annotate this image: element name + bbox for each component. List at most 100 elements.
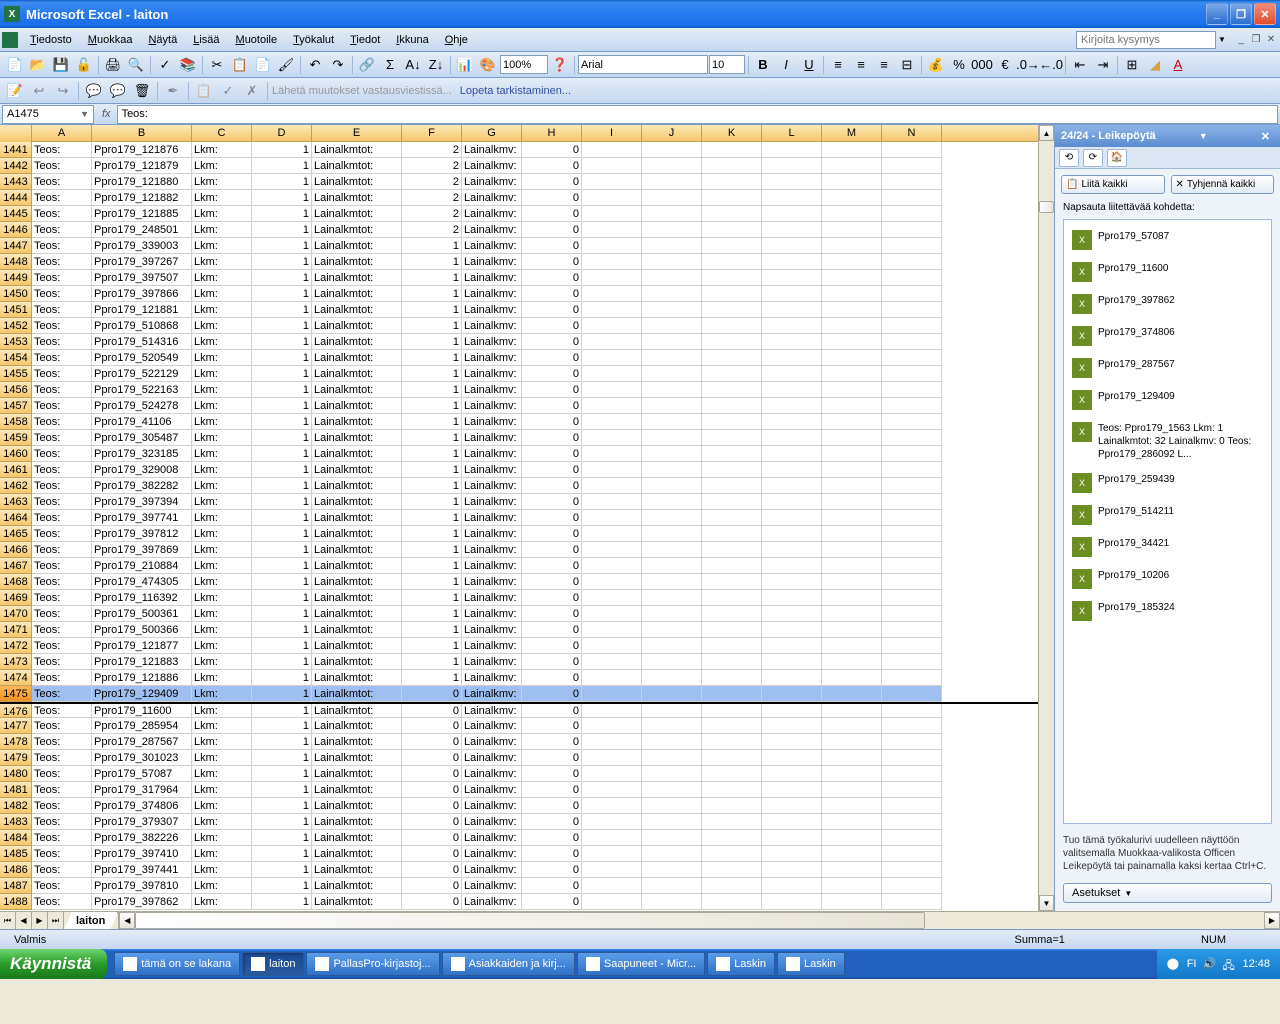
sort-desc-button[interactable]: Z↓ — [425, 54, 447, 76]
table-row[interactable]: 1485Teos:Ppro179_397410Lkm:1Lainalkmtot:… — [0, 846, 1038, 862]
cell[interactable]: Lainalkmtot: — [312, 750, 402, 766]
cell[interactable]: 1 — [252, 366, 312, 382]
cell[interactable] — [642, 398, 702, 414]
cell[interactable] — [822, 830, 882, 846]
row-header[interactable]: 1470 — [0, 606, 32, 622]
cell[interactable]: 1 — [402, 238, 462, 254]
cell[interactable]: Teos: — [32, 814, 92, 830]
cell[interactable]: Lainalkmtot: — [312, 846, 402, 862]
column-header-D[interactable]: D — [252, 125, 312, 141]
cell[interactable]: 0 — [522, 222, 582, 238]
vertical-scrollbar[interactable]: ▲ ▼ — [1038, 125, 1054, 911]
cell[interactable] — [642, 414, 702, 430]
cell[interactable] — [882, 638, 942, 654]
table-row[interactable]: 1469Teos:Ppro179_116392Lkm:1Lainalkmtot:… — [0, 590, 1038, 606]
cell[interactable]: 0 — [402, 894, 462, 910]
cell[interactable]: 1 — [402, 462, 462, 478]
cell[interactable]: 1 — [252, 510, 312, 526]
cell[interactable]: 1 — [252, 606, 312, 622]
cell[interactable] — [882, 846, 942, 862]
cell[interactable]: 0 — [522, 206, 582, 222]
cell[interactable] — [882, 894, 942, 910]
cell[interactable]: Teos: — [32, 462, 92, 478]
row-header[interactable]: 1473 — [0, 654, 32, 670]
cell[interactable] — [642, 446, 702, 462]
cell[interactable]: Lkm: — [192, 366, 252, 382]
cell[interactable] — [882, 206, 942, 222]
cell[interactable]: Ppro179_397410 — [92, 846, 192, 862]
row-header[interactable]: 1452 — [0, 318, 32, 334]
column-header-K[interactable]: K — [702, 125, 762, 141]
cell[interactable]: Lainalkmtot: — [312, 478, 402, 494]
cell[interactable] — [642, 158, 702, 174]
cell[interactable] — [702, 574, 762, 590]
cell[interactable] — [822, 478, 882, 494]
cell[interactable]: 1 — [252, 318, 312, 334]
cell[interactable] — [822, 750, 882, 766]
cell[interactable]: Lainalkmv: — [462, 302, 522, 318]
help-dropdown-icon[interactable]: ▼ — [1218, 33, 1228, 47]
hscroll-right-button[interactable]: ▶ — [1264, 912, 1280, 929]
decrease-indent-button[interactable]: ⇤ — [1069, 54, 1091, 76]
cell[interactable]: Teos: — [32, 478, 92, 494]
cell[interactable]: 0 — [522, 382, 582, 398]
cell[interactable]: Ppro179_397394 — [92, 494, 192, 510]
cell[interactable]: Lainalkmv: — [462, 606, 522, 622]
cell[interactable]: Ppro179_397866 — [92, 286, 192, 302]
cell[interactable]: Lainalkmv: — [462, 704, 522, 718]
cell[interactable] — [642, 670, 702, 686]
undo-button[interactable]: ↶ — [304, 54, 326, 76]
cell[interactable] — [642, 526, 702, 542]
cell[interactable]: Lainalkmtot: — [312, 206, 402, 222]
doc-restore-button[interactable]: ❐ — [1249, 33, 1263, 47]
cell[interactable] — [642, 286, 702, 302]
cell[interactable]: 1 — [402, 366, 462, 382]
cell[interactable] — [822, 270, 882, 286]
cell[interactable] — [582, 734, 642, 750]
cell[interactable]: 0 — [402, 878, 462, 894]
cell[interactable]: Lkm: — [192, 318, 252, 334]
cell[interactable]: Teos: — [32, 830, 92, 846]
row-header[interactable]: 1450 — [0, 286, 32, 302]
name-box[interactable]: A1475 ▼ — [2, 105, 94, 124]
cell[interactable]: 1 — [252, 686, 312, 702]
row-header[interactable]: 1472 — [0, 638, 32, 654]
cell[interactable]: 0 — [402, 704, 462, 718]
cell[interactable]: Lainalkmtot: — [312, 862, 402, 878]
table-row[interactable]: 1445Teos:Ppro179_121885Lkm:1Lainalkmtot:… — [0, 206, 1038, 222]
cell[interactable]: Teos: — [32, 510, 92, 526]
clear-all-button[interactable]: ✕Tyhjennä kaikki — [1171, 175, 1275, 194]
cell[interactable] — [702, 366, 762, 382]
cell[interactable] — [642, 766, 702, 782]
cell[interactable]: Ppro179_397862 — [92, 894, 192, 910]
cell[interactable] — [822, 382, 882, 398]
cell[interactable]: Lainalkmtot: — [312, 814, 402, 830]
cell[interactable]: 1 — [402, 510, 462, 526]
cell[interactable]: Teos: — [32, 686, 92, 702]
cell[interactable] — [642, 254, 702, 270]
cell[interactable]: Ppro179_121885 — [92, 206, 192, 222]
clipboard-item[interactable]: XPpro179_10206 — [1068, 563, 1267, 595]
cell[interactable] — [582, 318, 642, 334]
table-row[interactable]: 1477Teos:Ppro179_285954Lkm:1Lainalkmtot:… — [0, 718, 1038, 734]
cell[interactable]: Lainalkmv: — [462, 174, 522, 190]
cell[interactable]: Ppro179_121882 — [92, 190, 192, 206]
cell[interactable]: 0 — [522, 494, 582, 510]
row-header[interactable]: 1441 — [0, 142, 32, 158]
permission-button[interactable]: 🔓 — [73, 54, 95, 76]
formula-input[interactable]: Teos: — [117, 105, 1278, 124]
cell[interactable] — [762, 750, 822, 766]
cell[interactable] — [882, 558, 942, 574]
cell[interactable] — [762, 238, 822, 254]
hscroll-left-button[interactable]: ◀ — [119, 912, 135, 929]
cell[interactable] — [882, 494, 942, 510]
align-left-button[interactable]: ≡ — [827, 54, 849, 76]
cell[interactable]: Lainalkmtot: — [312, 894, 402, 910]
cell[interactable] — [822, 574, 882, 590]
cell[interactable]: 0 — [522, 158, 582, 174]
cell[interactable]: Lainalkmv: — [462, 446, 522, 462]
cell[interactable] — [822, 846, 882, 862]
cell[interactable]: Lkm: — [192, 254, 252, 270]
cell[interactable] — [822, 622, 882, 638]
cell[interactable]: Lainalkmv: — [462, 334, 522, 350]
